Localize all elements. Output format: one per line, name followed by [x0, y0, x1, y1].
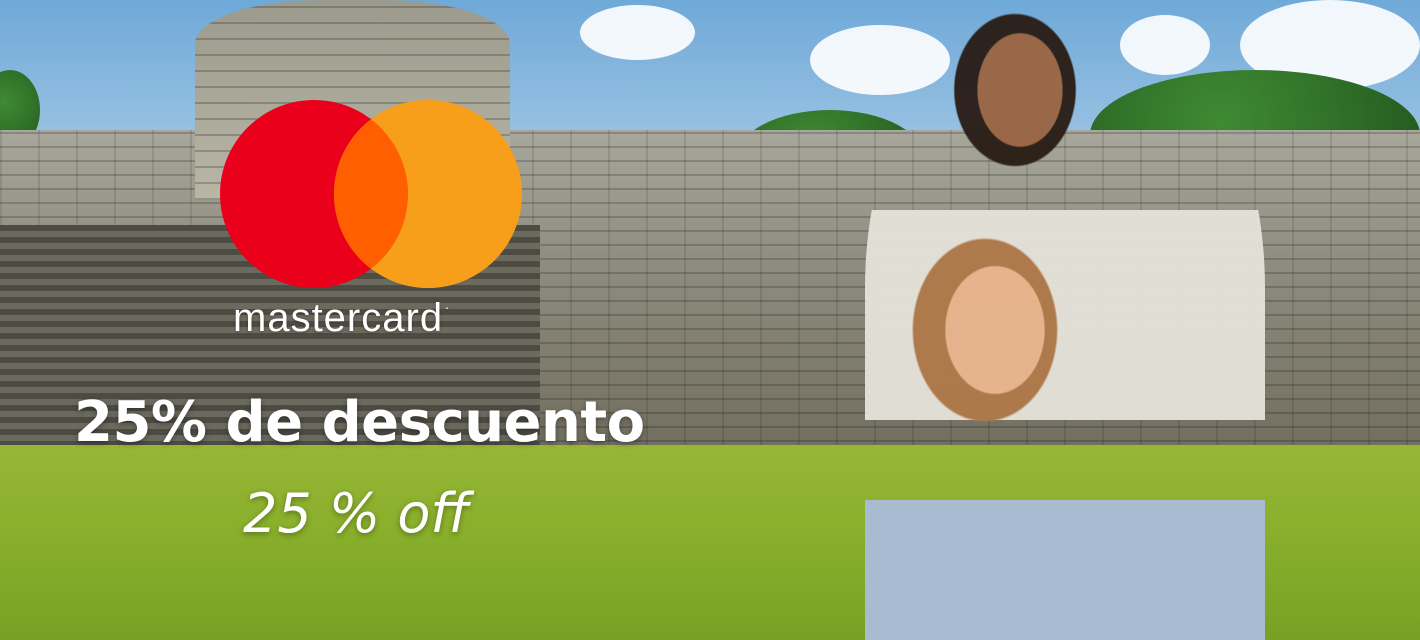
- cloud: [580, 5, 695, 60]
- mastercard-overlap: [334, 100, 522, 288]
- promo-subline: 25 % off: [243, 482, 470, 545]
- promo-headline: 25% de descuento: [74, 390, 645, 455]
- photo-people: [865, 0, 1265, 640]
- mastercard-wordmark: mastercard.: [233, 296, 450, 340]
- mastercard-logo: [220, 100, 522, 288]
- promo-banner[interactable]: mastercard. 25% de descuento 25 % off: [0, 0, 1420, 640]
